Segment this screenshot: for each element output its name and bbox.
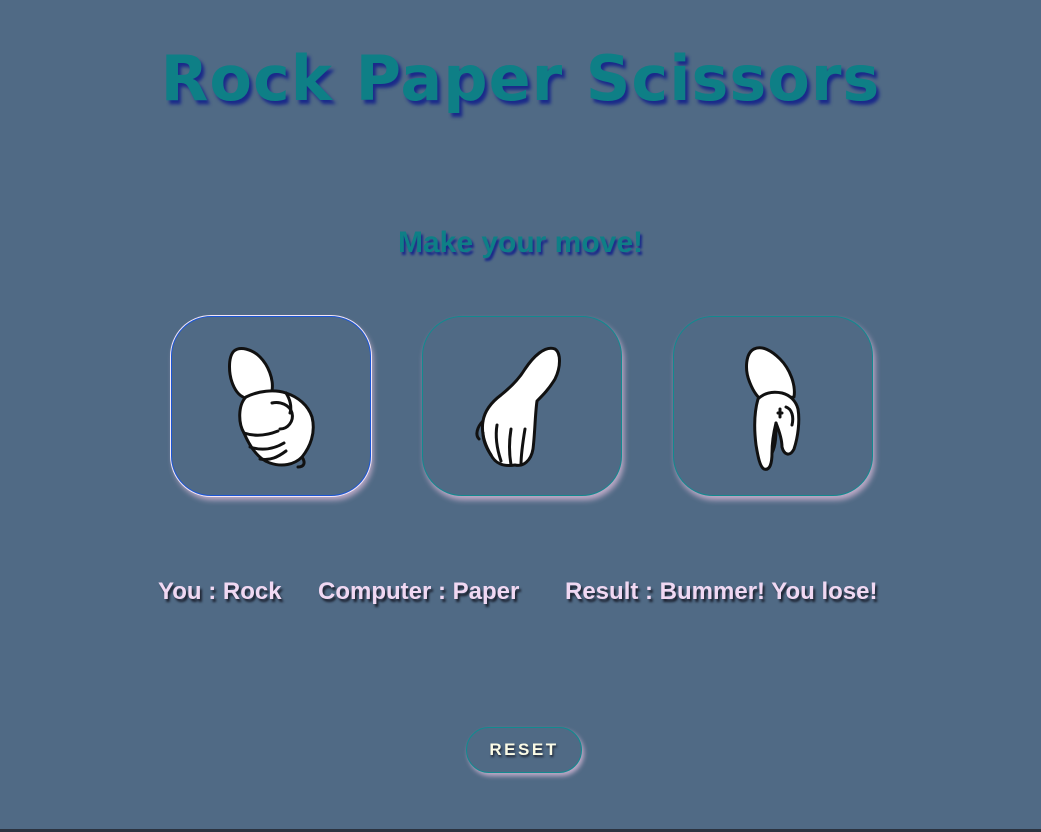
result-text: Result : Bummer! You lose! (565, 578, 878, 605)
instruction-text: Make your move! (397, 226, 644, 259)
scissors-hand-icon (745, 346, 801, 471)
paper-button[interactable] (422, 316, 622, 496)
score-panel: You : Rock Computer : Paper Result : Bum… (0, 578, 1041, 614)
choice-buttons (171, 316, 877, 498)
computer-choice-text: Computer : Paper (318, 578, 520, 605)
rock-button[interactable] (171, 316, 371, 496)
scissors-button[interactable] (673, 316, 873, 496)
player-choice-text: You : Rock (158, 578, 282, 605)
reset-button[interactable]: RESET (466, 727, 582, 773)
page-title: Rock Paper Scissors (160, 42, 881, 115)
rock-hand-icon (228, 347, 315, 469)
paper-hand-icon (475, 346, 561, 467)
